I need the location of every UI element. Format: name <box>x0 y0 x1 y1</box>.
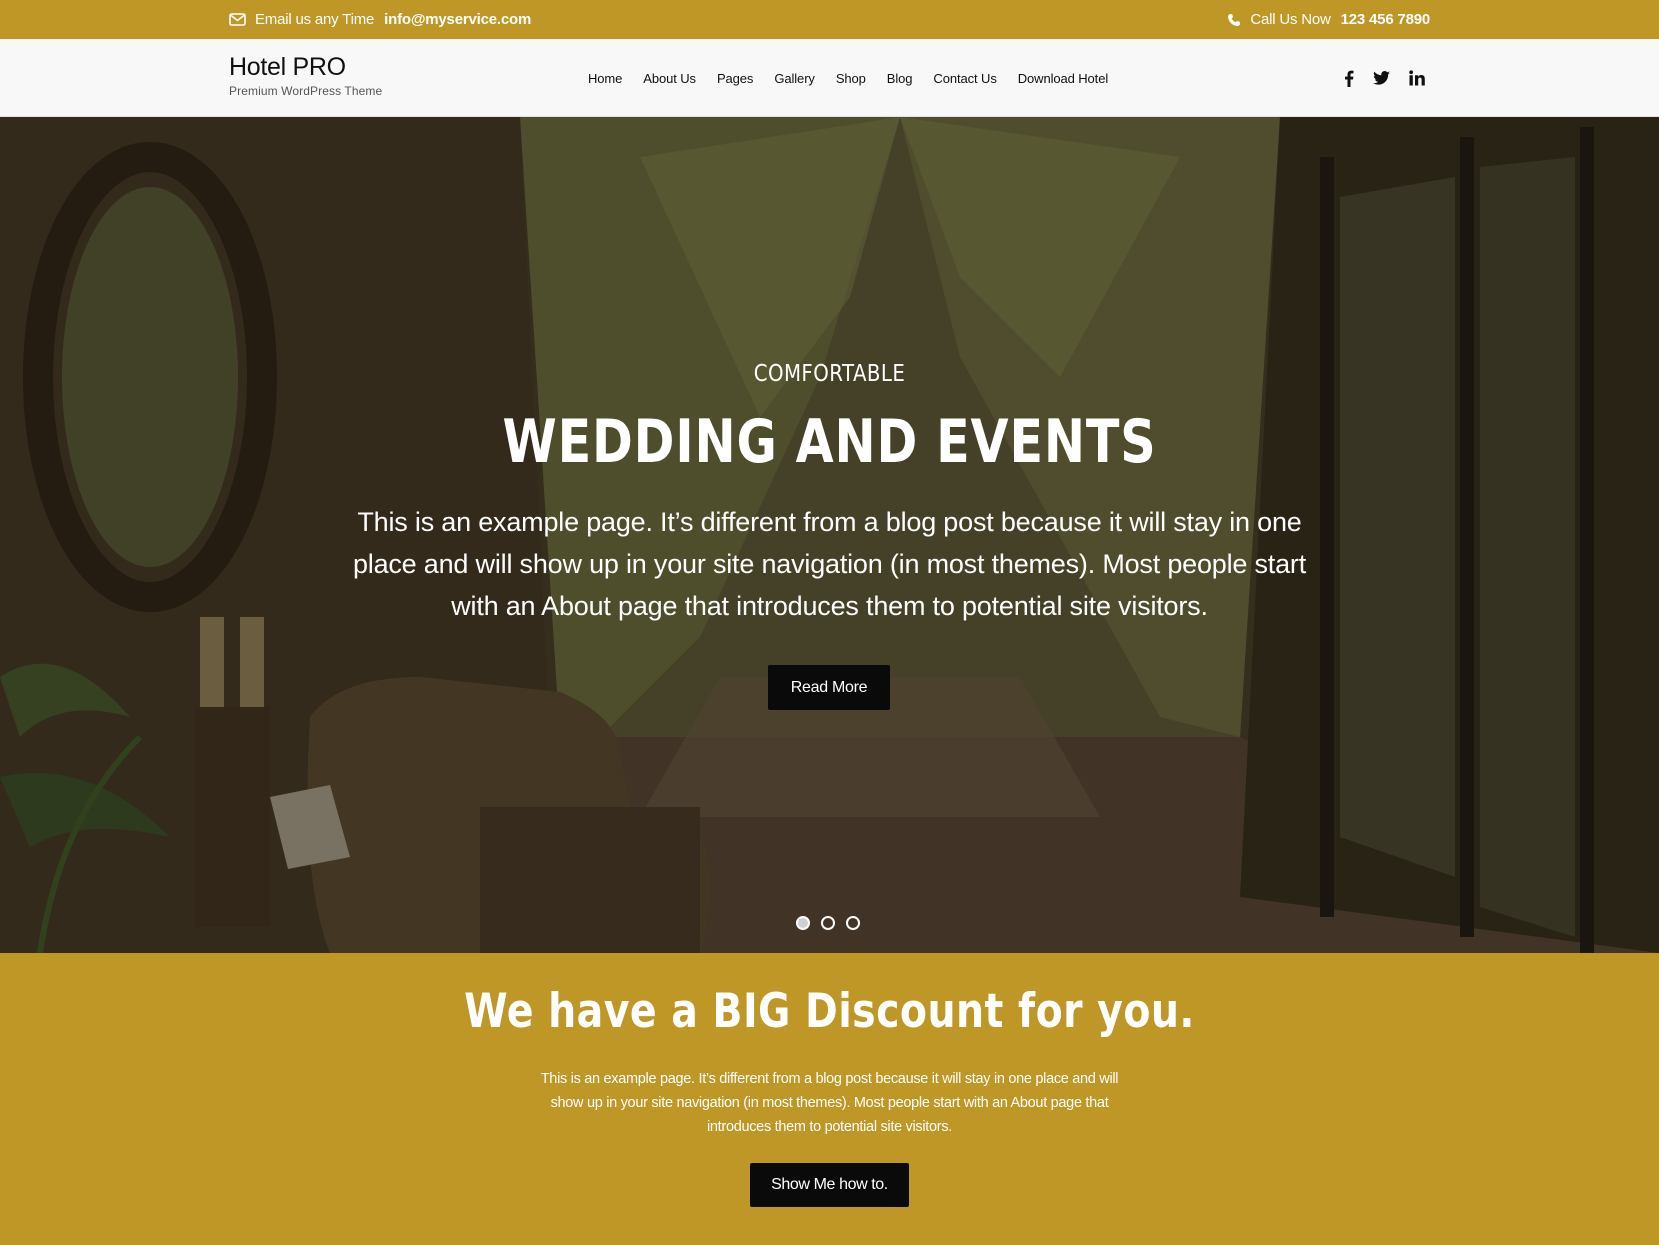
read-more-button[interactable]: Read More <box>768 665 890 710</box>
linkedin-icon[interactable] <box>1409 70 1425 86</box>
site-header: Hotel PRO Premium WordPress Theme Home A… <box>0 39 1659 117</box>
nav-item-shop[interactable]: Shop <box>836 71 866 86</box>
nav-item-pages[interactable]: Pages <box>717 71 753 86</box>
slider-dot-1[interactable] <box>796 916 810 930</box>
hero-description: This is an example page. It’s different … <box>352 507 1307 621</box>
hero-subtitle: COMFORTABLE <box>753 361 906 387</box>
hero-slider: COMFORTABLE WEDDING AND EVENTS This is a… <box>0 117 1659 953</box>
site-title[interactable]: Hotel PRO <box>229 52 382 82</box>
slider-dot-3[interactable] <box>846 916 860 930</box>
phone-number[interactable]: 123 456 7890 <box>1341 11 1431 28</box>
discount-section: We have a BIG Discount for you. This is … <box>0 953 1659 1245</box>
slider-pagination <box>796 916 871 930</box>
social-links <box>1325 39 1425 117</box>
nav-item-home[interactable]: Home <box>588 71 622 86</box>
email-contact[interactable]: Email us any Time info@myservice.com <box>229 0 531 39</box>
hero-title: WEDDING AND EVENTS <box>502 407 1157 477</box>
nav-item-blog[interactable]: Blog <box>887 71 913 86</box>
nav-item-about-us[interactable]: About Us <box>643 71 696 86</box>
email-label: Email us any Time <box>255 11 375 28</box>
phone-contact[interactable]: Call Us Now 123 456 7890 <box>1227 0 1430 39</box>
nav-item-contact-us[interactable]: Contact Us <box>933 71 996 86</box>
top-bar: Email us any Time info@myservice.com Cal… <box>0 0 1659 39</box>
site-brand[interactable]: Hotel PRO Premium WordPress Theme <box>229 52 382 98</box>
slider-dot-2[interactable] <box>821 916 835 930</box>
facebook-icon[interactable] <box>1344 70 1354 87</box>
show-me-how-button[interactable]: Show Me how to. <box>750 1163 909 1207</box>
nav-item-download-hotel[interactable]: Download Hotel <box>1018 71 1108 86</box>
discount-title: We have a BIG Discount for you. <box>464 984 1195 1039</box>
nav-item-gallery[interactable]: Gallery <box>774 71 815 86</box>
main-navigation: Home About Us Pages Gallery Shop Blog Co… <box>588 39 1129 117</box>
phone-label: Call Us Now <box>1250 11 1331 28</box>
twitter-icon[interactable] <box>1373 71 1390 85</box>
discount-description: This is an example page. It’s different … <box>540 1071 1119 1135</box>
envelope-icon <box>229 13 246 26</box>
site-tagline: Premium WordPress Theme <box>229 84 383 98</box>
email-address[interactable]: info@myservice.com <box>384 11 531 28</box>
phone-icon <box>1227 13 1241 27</box>
